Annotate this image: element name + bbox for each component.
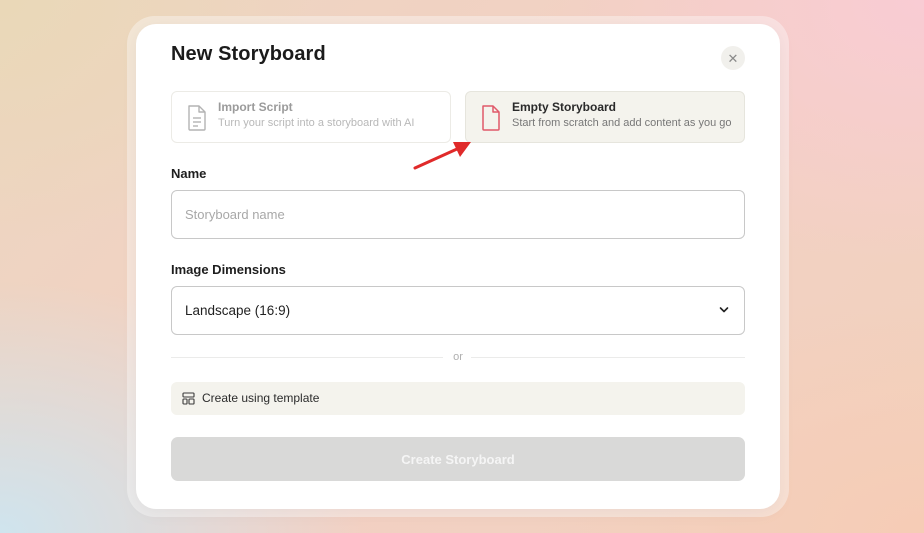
- image-dimensions-value: Landscape (16:9): [185, 303, 291, 318]
- new-storyboard-modal: New Storyboard ✕ Import Script Turn your…: [136, 24, 780, 509]
- document-icon: [188, 105, 206, 131]
- chevron-down-icon: [719, 307, 729, 313]
- empty-storyboard-option[interactable]: Empty Storyboard Start from scratch and …: [465, 91, 745, 143]
- divider-line-left: [171, 357, 443, 358]
- document-icon: [482, 105, 500, 131]
- import-script-title: Import Script: [218, 100, 293, 114]
- empty-storyboard-title: Empty Storyboard: [512, 100, 617, 114]
- create-using-template-button[interactable]: Create using template: [171, 382, 745, 415]
- close-button[interactable]: ✕: [721, 46, 745, 70]
- create-storyboard-button[interactable]: Create Storyboard: [171, 437, 745, 481]
- image-dimensions-label: Image Dimensions: [171, 262, 286, 277]
- divider-line-right: [471, 357, 745, 358]
- template-layout-icon: [182, 392, 195, 405]
- storyboard-name-input[interactable]: [171, 190, 745, 239]
- name-label: Name: [171, 166, 207, 181]
- modal-title: New Storyboard: [171, 43, 326, 65]
- image-dimensions-select[interactable]: Landscape (16:9): [171, 286, 745, 335]
- create-using-template-label: Create using template: [202, 391, 320, 405]
- import-script-description: Turn your script into a storyboard with …: [218, 117, 415, 129]
- empty-storyboard-description: Start from scratch and add content as yo…: [512, 117, 732, 129]
- divider-or: or: [453, 351, 463, 363]
- close-icon: ✕: [727, 50, 739, 66]
- import-script-option[interactable]: Import Script Turn your script into a st…: [171, 91, 451, 143]
- annotation-arrow: [413, 142, 471, 170]
